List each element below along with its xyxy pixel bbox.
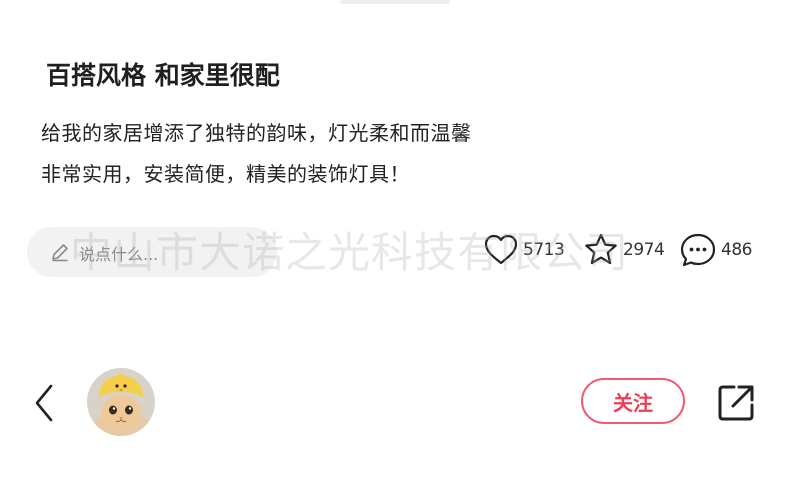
comment-count: 486	[721, 240, 752, 260]
share-icon[interactable]	[714, 381, 758, 425]
favorite-count: 2974	[623, 240, 665, 260]
comment-button[interactable]: 486	[679, 230, 752, 270]
cat-avatar-image	[87, 368, 155, 436]
comment-input[interactable]: 说点什么...	[27, 227, 277, 277]
follow-button[interactable]: 关注	[581, 378, 685, 424]
pencil-icon	[52, 244, 68, 262]
post-body-line-2: 非常实用，安装简便，精美的装饰灯具！	[41, 162, 410, 186]
avatar[interactable]	[87, 368, 155, 436]
top-handle	[340, 0, 450, 4]
back-button[interactable]	[30, 382, 58, 424]
like-button[interactable]: 5713	[483, 230, 565, 270]
comment-bubble-icon	[680, 233, 716, 267]
post-body-line-1: 给我的家居增添了独特的韵味，灯光柔和而温馨	[41, 121, 472, 145]
post-detail-page: 百搭风格 和家里很配 给我的家居增添了独特的韵味，灯光柔和而温馨 非常实用，安装…	[0, 0, 790, 479]
post-title: 百搭风格 和家里很配	[46, 61, 280, 90]
heart-icon	[484, 234, 518, 265]
star-icon	[585, 233, 617, 265]
comment-placeholder: 说点什么...	[79, 245, 159, 264]
chevron-left-icon	[35, 384, 53, 422]
favorite-button[interactable]: 2974	[583, 230, 665, 270]
like-count: 5713	[523, 240, 565, 260]
